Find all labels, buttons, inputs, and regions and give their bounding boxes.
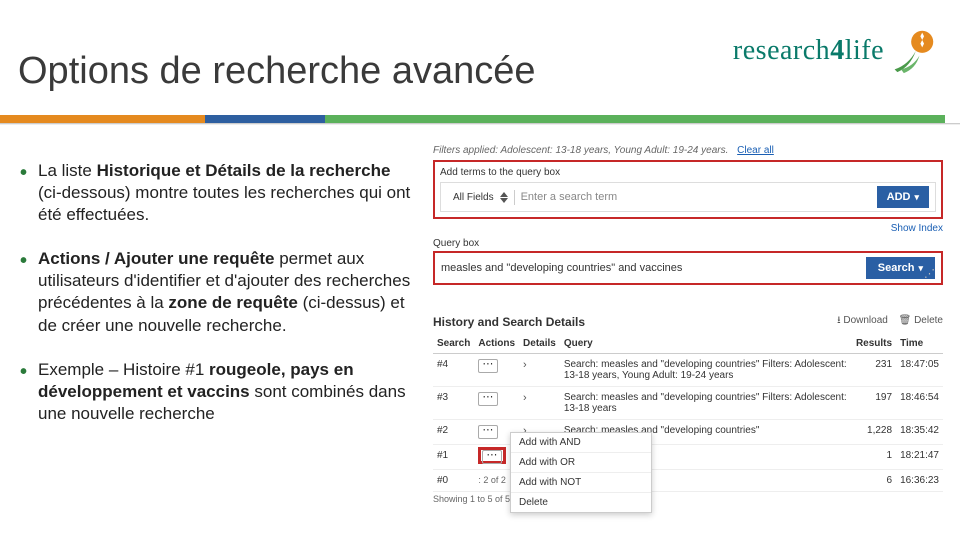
popup-add-not[interactable]: Add with NOT	[511, 473, 651, 493]
delete-link[interactable]: 🗑 Delete	[899, 315, 943, 326]
actions-menu-button[interactable]: ⋯	[478, 392, 498, 406]
field-selector[interactable]: All Fields	[447, 190, 515, 205]
query-box-label: Query box	[433, 238, 943, 249]
table-row: #3 ⋯ › Search: measles and "developing c…	[433, 387, 943, 420]
logo-text: research4life	[733, 35, 884, 67]
accent-bar-blue	[205, 115, 325, 123]
bullet-list: La liste Historique et Détails de la rec…	[20, 160, 415, 447]
col-details: Details	[519, 334, 560, 354]
resize-icon[interactable]: ⋰	[924, 267, 935, 280]
download-link[interactable]: ⭳ Download	[837, 315, 888, 326]
col-query: Query	[560, 334, 852, 354]
col-results: Results	[852, 334, 896, 354]
query-text-input[interactable]: measles and "developing countries" and v…	[441, 262, 860, 274]
page-indicator: : 2 of 2	[478, 475, 506, 485]
history-title: History and Search Details	[433, 315, 585, 329]
actions-menu-button[interactable]: ⋯	[478, 359, 498, 373]
query-box-highlight: measles and "developing countries" and v…	[433, 251, 943, 285]
bullet-item: Exemple – Histoire #1 rougeole, pays en …	[20, 359, 415, 447]
page-title: Options de recherche avancée	[18, 50, 536, 93]
filters-applied-text: Filters applied: Adolescent: 13-18 years…	[433, 145, 943, 156]
clear-all-link[interactable]: Clear all	[737, 145, 774, 156]
details-expand-icon[interactable]: ›	[523, 359, 527, 371]
search-term-input[interactable]: Enter a search term	[521, 191, 871, 203]
popup-add-or[interactable]: Add with OR	[511, 453, 651, 473]
details-expand-icon[interactable]: ›	[523, 392, 527, 404]
wheat-leaf-icon	[890, 28, 936, 74]
accent-bar-green	[325, 115, 945, 123]
show-index-link[interactable]: Show Index	[433, 223, 943, 234]
add-terms-highlight: Add terms to the query box All Fields En…	[433, 160, 943, 219]
brand-logo: research4life	[733, 28, 936, 74]
actions-menu-button-highlighted[interactable]: ⋯	[478, 447, 506, 464]
popup-delete[interactable]: Delete	[511, 493, 651, 512]
add-button[interactable]: ADD▾	[877, 186, 929, 208]
table-row: #4 ⋯ › Search: measles and "developing c…	[433, 354, 943, 387]
col-time: Time	[896, 334, 943, 354]
actions-popup: Add with AND Add with OR Add with NOT De…	[510, 432, 652, 513]
col-search: Search	[433, 334, 474, 354]
col-actions: Actions	[474, 334, 519, 354]
bullet-item: Actions / Ajouter une requête permet aux…	[20, 248, 415, 358]
popup-add-and[interactable]: Add with AND	[511, 433, 651, 453]
actions-menu-button[interactable]: ⋯	[478, 425, 498, 439]
add-terms-label: Add terms to the query box	[440, 167, 936, 178]
divider	[0, 123, 960, 125]
history-actions: ⭳ Download 🗑 Delete	[829, 313, 943, 330]
accent-bar-orange	[0, 115, 205, 123]
bullet-item: La liste Historique et Détails de la rec…	[20, 160, 415, 248]
